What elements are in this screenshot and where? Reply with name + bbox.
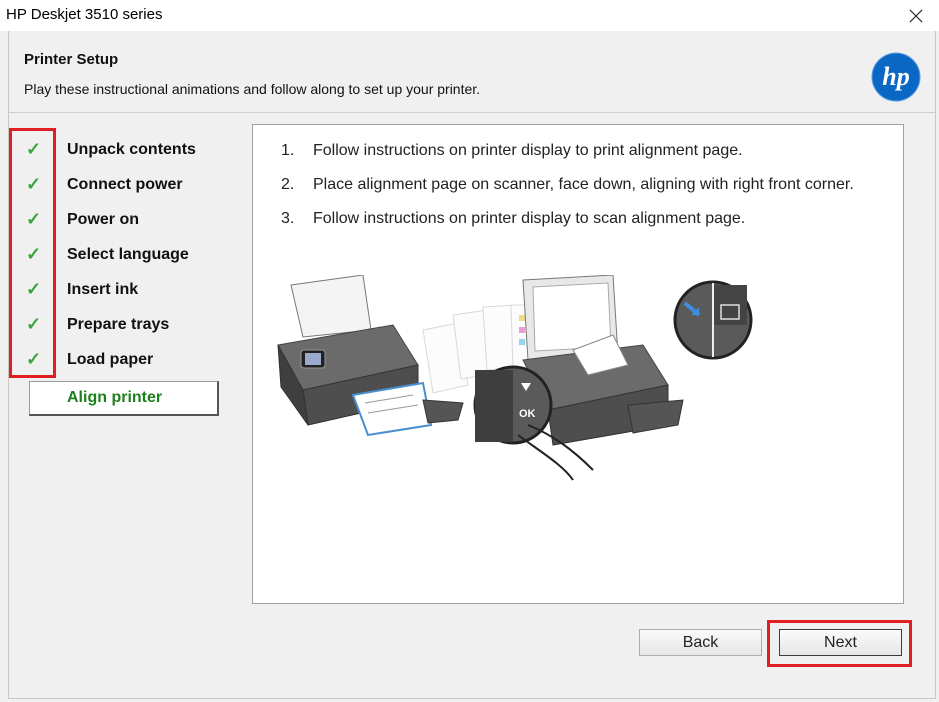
header: Printer Setup Play these instructional a… [9, 31, 935, 113]
step-label: Connect power [67, 176, 183, 193]
alignment-illustration: OK [277, 275, 753, 481]
instruction-number: 1. [281, 142, 295, 159]
instruction-list: 1. Follow instructions on printer displa… [281, 141, 871, 243]
step-label: Unpack contents [67, 141, 196, 158]
highlight-box-next [767, 620, 912, 667]
step-align-printer-current: Align printer [29, 381, 219, 416]
step-label: Insert ink [67, 281, 139, 298]
ok-label: OK [519, 408, 536, 420]
close-icon [909, 9, 923, 22]
close-button[interactable] [893, 0, 939, 31]
svg-text:hp: hp [882, 62, 909, 91]
instruction-item: 2. Place alignment page on scanner, face… [281, 175, 871, 194]
step-label: Align printer [67, 389, 163, 406]
hp-logo: hp [871, 52, 921, 102]
instruction-text: Follow instructions on printer display t… [313, 142, 743, 159]
instruction-item: 1. Follow instructions on printer displa… [281, 141, 871, 160]
step-label: Select language [67, 246, 189, 263]
instruction-text: Follow instructions on printer display t… [313, 210, 746, 227]
page-title: Printer Setup [24, 51, 119, 68]
instruction-item: 3. Follow instructions on printer displa… [281, 209, 871, 228]
step-label: Power on [67, 211, 140, 228]
step-label: Prepare trays [67, 316, 170, 333]
instruction-panel: 1. Follow instructions on printer displa… [252, 124, 904, 604]
highlight-box-steps [9, 128, 56, 378]
window-title: HP Deskjet 3510 series [6, 6, 163, 23]
page-subtitle: Play these instructional animations and … [24, 81, 481, 97]
back-button[interactable]: Back [639, 629, 762, 656]
setup-window: Printer Setup Play these instructional a… [8, 31, 936, 699]
step-label: Load paper [67, 351, 154, 368]
instruction-number: 3. [281, 210, 295, 227]
instruction-number: 2. [281, 176, 295, 193]
instruction-text: Place alignment page on scanner, face do… [313, 176, 854, 193]
zoom-corner-image [673, 280, 753, 360]
title-bar: HP Deskjet 3510 series [0, 0, 939, 31]
